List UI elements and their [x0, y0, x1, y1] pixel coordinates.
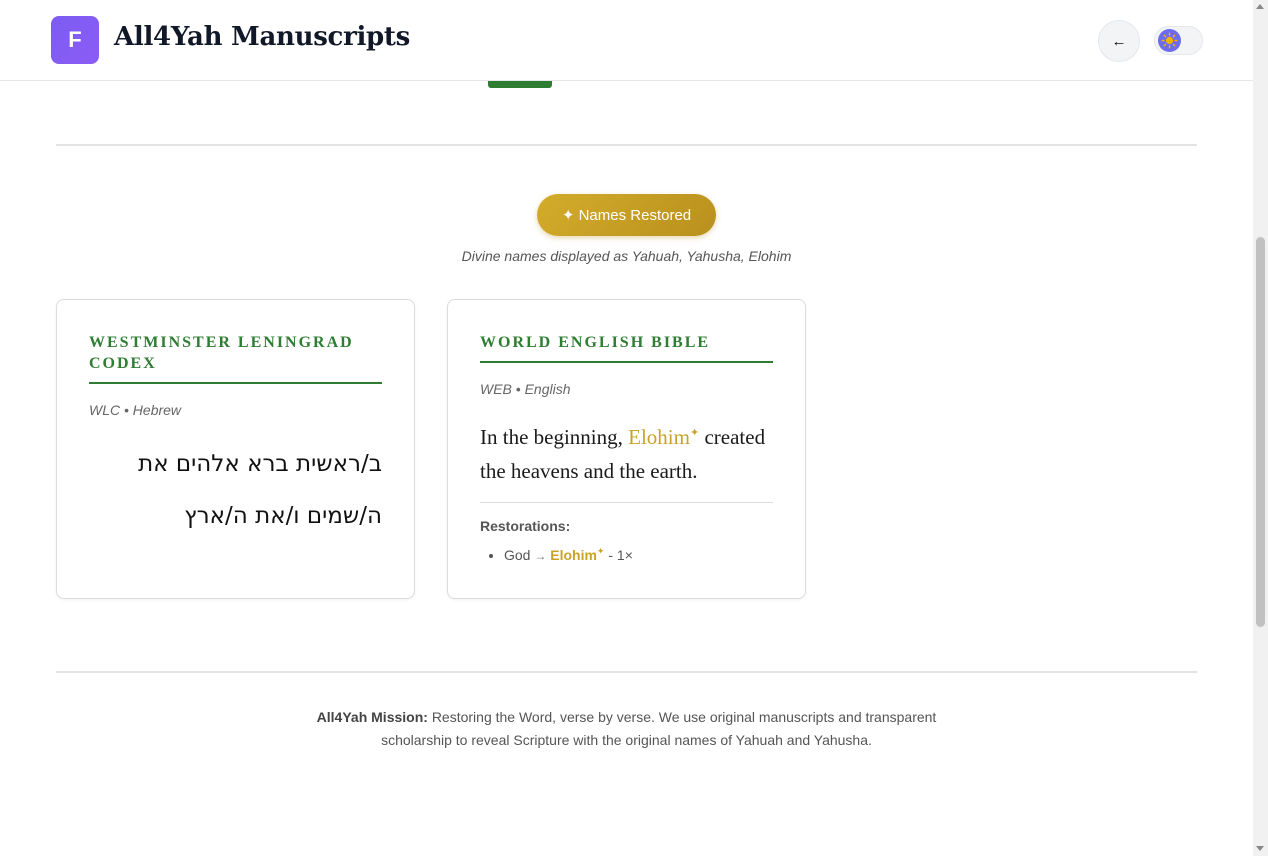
app-header: F All4Yah Manuscripts ← [0, 0, 1253, 81]
section-divider-bottom [56, 671, 1197, 673]
scroll-up-icon[interactable] [1256, 4, 1264, 9]
manuscript-card-web: World English Bible WEB • English In the… [447, 299, 806, 599]
english-verse-text: In the beginning, Elohim✦ created the he… [480, 416, 773, 488]
mission-text: Restoring the Word, verse by verse. We u… [381, 709, 937, 748]
names-restored-toggle[interactable]: ✦ Names Restored [537, 194, 716, 236]
back-arrow-icon: ← [1111, 32, 1127, 50]
card-meta: WLC • Hebrew [89, 402, 182, 418]
vertical-scrollbar[interactable] [1253, 0, 1268, 856]
verse-text-before: In the beginning, [480, 425, 623, 449]
card-title: Westminster Leningrad Codex [89, 334, 354, 372]
mission-statement: All4Yah Mission: Restoring the Word, ver… [280, 706, 973, 752]
restoration-count: - 1× [608, 547, 633, 563]
names-restored-note: Divine names displayed as Yahuah, Yahush… [461, 248, 792, 264]
restored-name[interactable]: Elohim [628, 425, 690, 449]
restoration-restored: Elohim [550, 547, 597, 563]
sun-icon [1158, 29, 1181, 52]
page-viewport: F All4Yah Manuscripts ← ✦ Names Restored… [0, 0, 1253, 856]
arrow-right-icon: → [534, 549, 547, 563]
scrollbar-thumb[interactable] [1256, 237, 1265, 627]
restorations-list: God → Elohim✦ - 1× [504, 546, 633, 563]
restored-star-icon: ✦ [596, 546, 605, 556]
card-title-rule [480, 361, 773, 363]
card-meta: WEB • English [480, 381, 571, 397]
restorations-divider [480, 502, 773, 503]
restoration-item: God → Elohim✦ - 1× [504, 546, 633, 563]
mission-label: All4Yah Mission: [316, 709, 428, 725]
back-button[interactable]: ← [1098, 20, 1140, 62]
restored-star-icon: ✦ [689, 427, 700, 439]
section-divider-top [56, 144, 1197, 146]
card-title-rule [89, 382, 382, 384]
restoration-original: God [504, 547, 531, 563]
app-logo[interactable]: F [51, 16, 99, 64]
scroll-down-icon[interactable] [1256, 846, 1264, 851]
restorations-label: Restorations: [480, 518, 571, 534]
app-title: All4Yah Manuscripts [114, 22, 410, 52]
hebrew-verse-text: ב/ראשית ברא אלהים את ה/שמים ו/את ה/ארץ [138, 451, 382, 529]
card-title: World English Bible [480, 334, 711, 351]
theme-toggle[interactable] [1154, 26, 1203, 55]
manuscript-card-wlc: Westminster Leningrad Codex WLC • Hebrew… [56, 299, 415, 599]
